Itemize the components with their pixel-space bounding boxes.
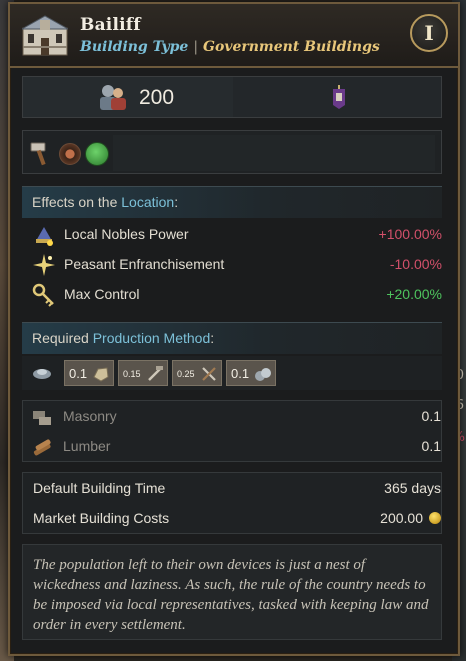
production-method-icon [33,369,51,379]
effect-row[interactable]: Max Control +20.00% [22,280,442,310]
effects-heading-suffix: : [174,194,179,210]
lumber-icon [33,439,51,456]
required-goods: Masonry 0.1 Lumber 0.1 [22,400,442,462]
tools-icon [148,366,163,381]
description-text: The population left to their own devices… [33,557,429,633]
stone-icon [93,367,109,382]
building-type-link[interactable]: Building Type [80,39,188,55]
building-info: Default Building Time 365 days Market Bu… [22,472,442,534]
build-cost-value: 200.00 [380,510,423,526]
effect-row[interactable]: Local Nobles Power +100.00% [22,220,442,250]
subtitle-separator: | [193,39,199,55]
effect-label: Peasant Enfranchisement [64,256,225,272]
effects-heading-prefix: Effects on the [32,194,118,210]
effect-label: Max Control [64,286,140,302]
building-category-link[interactable]: Government Buildings [203,39,380,55]
nobles-power-icon [36,227,53,246]
flavor-description: The population left to their own devices… [22,544,442,640]
effects-heading: Effects on the Location: [22,186,442,218]
green-check-icon[interactable] [85,142,109,166]
effect-label: Local Nobles Power [64,226,189,242]
production-input-chip[interactable]: 0.25 [172,360,222,386]
build-time-row: Default Building Time 365 days [23,473,441,503]
building-tooltip: Bailiff Building Type | Government Buildin… [8,2,460,656]
build-cost-row: Market Building Costs 200.00 [23,503,441,533]
goods-row[interactable]: Masonry 0.1 [23,401,441,431]
production-heading-suffix: : [210,330,215,346]
production-input-amount: 0.1 [69,366,88,381]
goods-row[interactable]: Lumber 0.1 [23,431,441,461]
production-heading: Required Production Method: [22,322,442,354]
info-button[interactable]: I [410,14,448,52]
effect-value: +20.00% [386,286,442,302]
building-title: Bailiff [80,15,141,35]
production-input-amount: 0.25 [177,369,195,379]
production-input-chip[interactable]: 0.1 [226,360,276,386]
ore-icon [255,368,271,381]
banner-icon [333,85,345,109]
key-icon [32,283,54,307]
production-input-chip[interactable]: 0.1 [64,360,114,386]
copper-disc-icon[interactable] [59,143,81,165]
production-input-amount: 0.1 [231,366,250,381]
effect-row[interactable]: Peasant Enfranchisement -10.00% [22,250,442,280]
info-button-label: I [424,21,434,45]
tooltip-header: Bailiff Building Type | Government Buildin… [10,4,458,68]
build-time-label: Default Building Time [33,480,166,496]
goods-label: Masonry [63,408,117,424]
gold-coin-icon [429,512,441,524]
empty-slot-area [113,135,435,171]
effect-value: -10.00% [389,256,442,272]
summary-row: 200 [22,76,442,118]
workers-icon [100,85,126,110]
worker-cost-cell: 200 [23,77,233,117]
worker-cost-value: 200 [139,86,175,109]
goods-label: Lumber [63,438,111,454]
crossed-tools-icon [202,367,216,381]
production-input-chip[interactable]: 0.15 [118,360,168,386]
build-cost-label: Market Building Costs [33,510,170,526]
tags-row [22,130,442,174]
build-time-value: 365 days [384,480,441,496]
goods-value: 0.1 [421,408,441,424]
production-input-amount: 0.15 [123,369,141,379]
effects-heading-location[interactable]: Location [121,194,174,210]
hammer-icon [30,142,46,166]
effects-list: Local Nobles Power +100.00% Peasant Enfr… [22,220,442,312]
production-heading-prefix: Required [32,330,89,346]
build-cost-cell: 200.00 [380,510,441,526]
building-subtitle: Building Type | Government Buildings [80,39,380,55]
production-method-link[interactable]: Production Method [93,330,211,346]
masonry-icon [33,411,51,425]
production-method-row: 0.1 0.15 0.25 0.1 [22,356,442,390]
effect-value: +100.00% [378,226,442,242]
sparkle-icon [33,254,55,276]
goods-value: 0.1 [421,438,441,454]
building-icon [22,15,68,56]
